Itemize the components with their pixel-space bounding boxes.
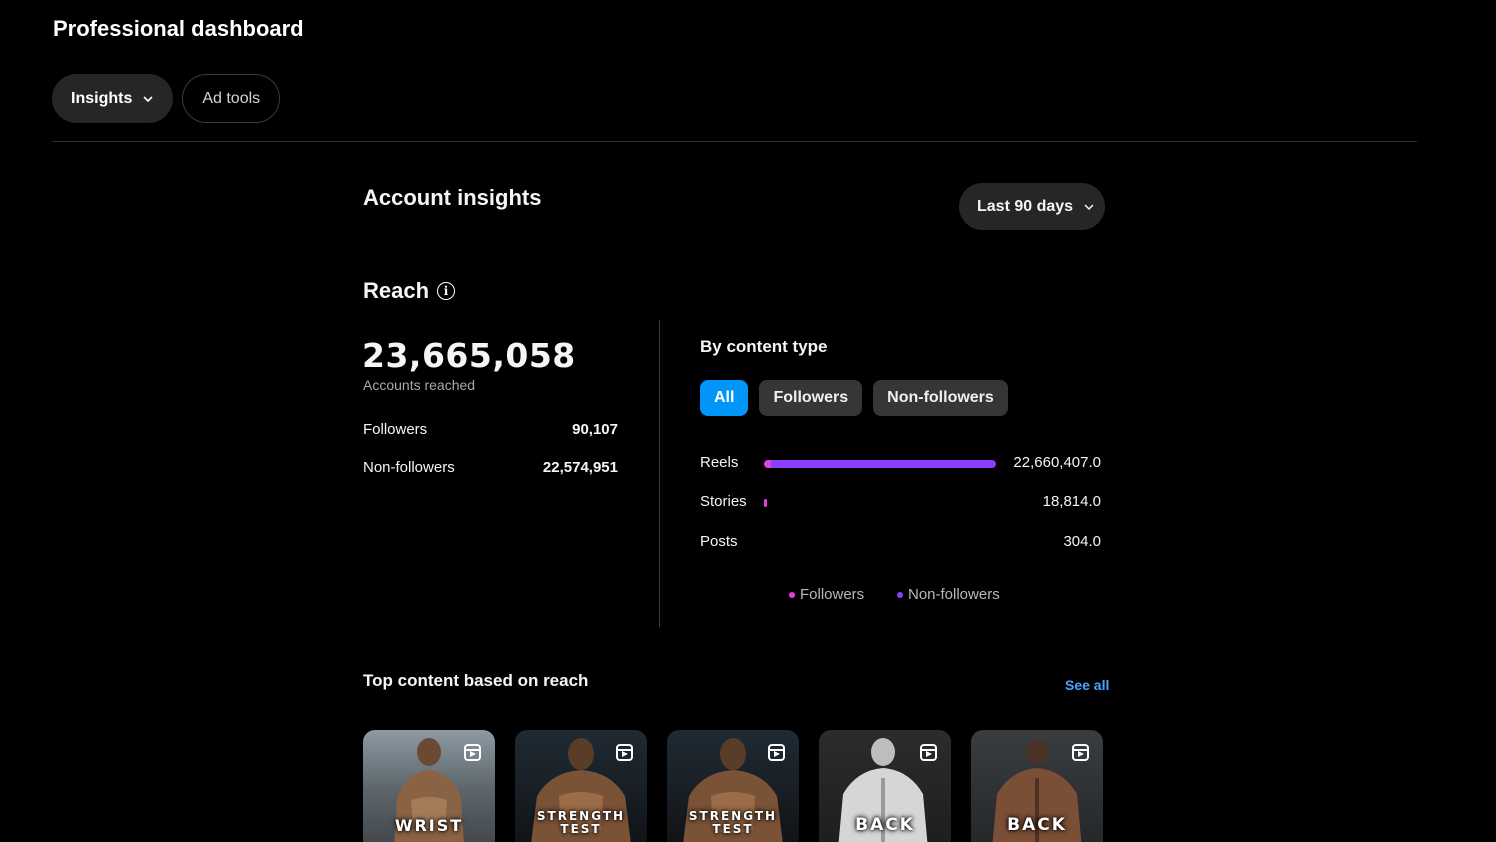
stat-value: 90,107: [572, 421, 618, 438]
top-content-list: WRIST STRENGTH TEST STRENGTH TEST BACK B…: [363, 730, 1103, 842]
reel-icon: [464, 744, 481, 761]
content-type-value: 304.0: [1063, 533, 1101, 550]
content-thumbnail[interactable]: STRENGTH TEST: [515, 730, 647, 842]
content-type-row-reels: Reels 22,660,407.0: [700, 453, 1101, 473]
thumbnail-caption: STRENGTH TEST: [688, 809, 778, 836]
reach-followers-row: Followers 90,107: [363, 421, 618, 438]
content-type-label: Stories: [700, 493, 747, 510]
tab-ad-tools-label: Ad tools: [202, 89, 261, 107]
reel-icon: [1072, 744, 1089, 761]
reel-icon: [920, 744, 937, 761]
legend-label: Followers: [800, 586, 865, 603]
reach-heading: Reach i: [363, 278, 456, 304]
top-tabs: Insights Ad tools: [52, 74, 281, 123]
column-divider: [659, 320, 660, 627]
thumbnail-caption: STRENGTH TEST: [536, 809, 626, 836]
tab-insights-label: Insights: [71, 89, 133, 107]
page-title: Professional dashboard: [53, 16, 304, 41]
legend-non-followers: Non-followers: [897, 586, 1000, 603]
chevron-down-icon: [143, 95, 153, 102]
content-type-bar: [764, 499, 996, 507]
date-range-label: Last 90 days: [977, 197, 1074, 215]
legend-dot: [897, 591, 903, 598]
content-thumbnail[interactable]: BACK: [971, 730, 1103, 842]
stat-label: Followers: [363, 421, 428, 438]
filter-non-followers-chip[interactable]: Non-followers: [873, 380, 1008, 416]
reach-title: Reach: [363, 278, 430, 303]
filter-all-chip[interactable]: All: [700, 380, 749, 416]
content-type-bar: [764, 539, 996, 547]
section-title: Account insights: [363, 185, 542, 210]
content-type-value: 22,660,407.0: [1013, 454, 1101, 471]
non-followers-bar-segment: [770, 460, 996, 468]
thumbnail-caption: BACK: [1007, 815, 1067, 835]
content-filter-chips: All Followers Non-followers: [700, 380, 1008, 416]
followers-bar-segment: [764, 499, 767, 507]
date-range-select[interactable]: Last 90 days: [959, 183, 1105, 230]
header-divider: [52, 141, 1417, 142]
content-thumbnail[interactable]: BACK: [819, 730, 951, 842]
content-type-label: Posts: [700, 533, 738, 550]
content-thumbnail[interactable]: WRIST: [363, 730, 495, 842]
stat-label: Non-followers: [363, 459, 455, 476]
reach-total-label: Accounts reached: [363, 377, 476, 393]
filter-followers-chip[interactable]: Followers: [759, 380, 863, 416]
thumbnail-caption: BACK: [855, 815, 915, 835]
legend-followers: Followers: [789, 586, 864, 603]
tab-ad-tools[interactable]: Ad tools: [182, 74, 281, 123]
info-icon[interactable]: i: [437, 282, 456, 300]
top-content-title: Top content based on reach: [363, 671, 589, 690]
thumbnail-caption: WRIST: [394, 816, 464, 835]
chevron-down-icon: [1084, 204, 1094, 210]
by-content-type-title: By content type: [700, 337, 828, 356]
reel-icon: [616, 744, 633, 761]
content-type-bar: [764, 460, 996, 468]
followers-bar-segment: [764, 460, 771, 468]
reel-icon: [768, 744, 785, 761]
legend-label: Non-followers: [908, 586, 1000, 603]
content-type-label: Reels: [700, 454, 739, 471]
content-thumbnail[interactable]: STRENGTH TEST: [667, 730, 799, 842]
content-type-row-stories: Stories 18,814.0: [700, 492, 1101, 512]
legend-dot: [789, 591, 795, 598]
stat-value: 22,574,951: [542, 459, 618, 476]
content-type-value: 18,814.0: [1042, 493, 1101, 510]
reach-non-followers-row: Non-followers 22,574,951: [363, 459, 618, 476]
reach-total: 23,665,058: [362, 336, 576, 375]
see-all-link[interactable]: See all: [1065, 677, 1109, 693]
tab-insights[interactable]: Insights: [52, 74, 174, 123]
content-type-row-posts: Posts 304.0: [700, 532, 1101, 552]
